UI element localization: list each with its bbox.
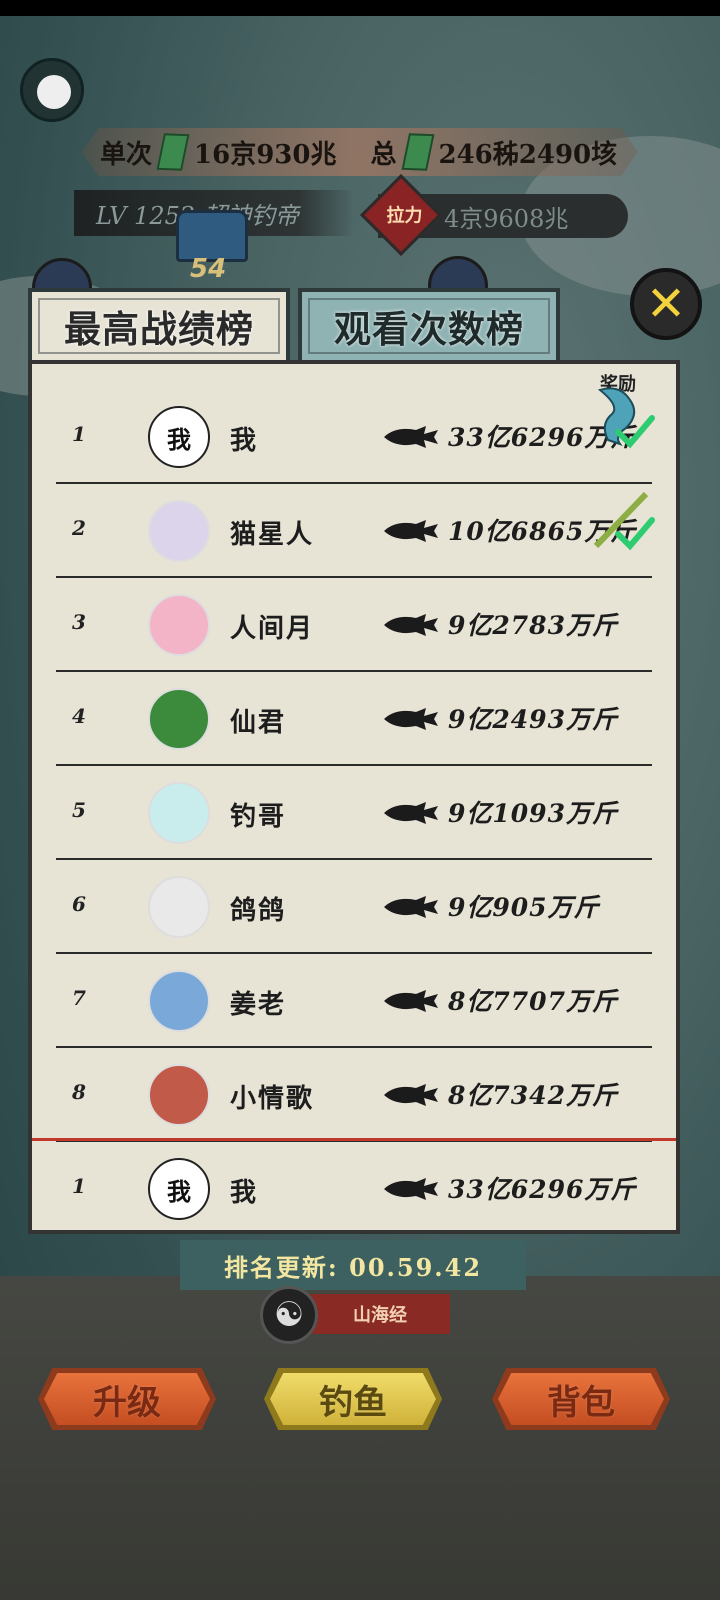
fish-icon: [384, 520, 438, 542]
button-label: 钓鱼: [319, 1382, 387, 1423]
pause-button[interactable]: [20, 58, 84, 122]
catch-weight: 33亿6296万斤: [448, 1175, 637, 1204]
single-catch-label: 单次: [100, 139, 153, 170]
leaderboard-row[interactable]: 1 我我 33亿6296万斤: [56, 387, 655, 484]
fish-icon: [384, 990, 438, 1012]
fish-icon: [384, 708, 438, 730]
avatar[interactable]: 我: [148, 1158, 210, 1220]
self-rank-row[interactable]: 1 我 我 33亿6296万斤: [56, 1144, 652, 1234]
catch-weight: 9亿905万斤: [448, 893, 600, 922]
player-name: 人间月: [230, 614, 315, 644]
pause-icon: [37, 75, 71, 109]
rank-number: 4: [72, 704, 86, 728]
rank-number: 8: [72, 1080, 86, 1104]
leaderboard-panel: 奖励 1 我我 33亿6296万斤 2 猫星人 10亿6865万斤 3 人间月 9亿2783万斤…: [28, 360, 680, 1234]
pull-value: 4京9608兆: [444, 204, 569, 233]
avatar-text: 我: [167, 424, 191, 454]
self-divider: [32, 1138, 676, 1141]
player-name: 我: [230, 1178, 259, 1208]
leaderboard-row[interactable]: 8 小情歌 8亿7342万斤: [56, 1048, 652, 1142]
leaderboard-row[interactable]: 3 人间月 9亿2783万斤: [56, 578, 652, 672]
rank-number: 5: [72, 798, 86, 822]
fish-icon: [384, 1178, 438, 1200]
catch-weight: 8亿7707万斤: [448, 987, 618, 1016]
rank-number: 2: [72, 516, 86, 540]
fish-icon: [384, 802, 438, 824]
tab-label: 最高战绩榜: [64, 307, 254, 351]
rank-update-timer: 排名更新: 00.59.42: [180, 1240, 526, 1290]
player-name: 小情歌: [230, 1084, 315, 1114]
leaderboard-row[interactable]: 2 猫星人 10亿6865万斤: [56, 484, 655, 578]
catch-weight: 9亿2783万斤: [448, 611, 618, 640]
fish-icon: [384, 896, 438, 918]
avatar[interactable]: [148, 594, 210, 656]
player-name: 鸽鸽: [230, 896, 287, 926]
timer-text: 排名更新: 00.59.42: [223, 1252, 483, 1282]
rank-number: 1: [72, 422, 86, 446]
dragon-reward-icon[interactable]: [590, 384, 656, 454]
leaderboard-row[interactable]: 4 仙君 9亿2493万斤: [56, 672, 652, 766]
avatar[interactable]: [148, 688, 210, 750]
upgrade-button[interactable]: 升级: [38, 1368, 216, 1430]
avatar[interactable]: [148, 782, 210, 844]
catch-weight: 9亿1093万斤: [448, 799, 618, 828]
button-label: 背包: [547, 1382, 615, 1423]
money-icon: [401, 133, 434, 171]
fish-icon: [384, 426, 438, 448]
tab-best-record[interactable]: 最高战绩榜: [28, 288, 290, 364]
shanhaijing-button[interactable]: 山海经 ☯: [260, 1286, 450, 1344]
player-name: 姜老: [230, 990, 287, 1020]
close-button[interactable]: ✕: [630, 268, 702, 340]
rank-number: 1: [72, 1174, 86, 1198]
fish-icon: [384, 614, 438, 636]
fish-button[interactable]: 钓鱼: [264, 1368, 442, 1430]
button-label: 升级: [93, 1382, 161, 1423]
rank-number: 7: [72, 986, 86, 1010]
close-icon: ✕: [645, 276, 687, 332]
avatar[interactable]: [148, 1064, 210, 1126]
bamboo-rod-reward-icon[interactable]: [590, 486, 656, 556]
avatar[interactable]: [148, 500, 210, 562]
pull-badge-label: 拉力: [386, 205, 423, 227]
player-name: 我: [230, 426, 259, 456]
leaderboard-row[interactable]: 5 钓哥 9亿1093万斤: [56, 766, 652, 860]
yin-yang-icon: ☯: [260, 1286, 318, 1344]
money-icon: [156, 133, 190, 171]
check-icon: [615, 517, 655, 551]
fish-icon: [384, 1084, 438, 1106]
avatar[interactable]: 我: [148, 406, 210, 468]
leaderboard-row[interactable]: 6 鸽鸽 9亿905万斤: [56, 860, 652, 954]
avatar[interactable]: [148, 970, 210, 1032]
catch-weight: 8亿7342万斤: [448, 1081, 618, 1110]
player-name: 猫星人: [230, 520, 315, 550]
rank-number: 3: [72, 610, 86, 634]
chest-count: 54: [190, 254, 227, 284]
single-catch-value: 16京930兆: [194, 139, 337, 170]
catch-weight: 9亿2493万斤: [448, 705, 618, 734]
rank-number: 6: [72, 892, 86, 916]
bag-button[interactable]: 背包: [492, 1368, 670, 1430]
tab-label: 观看次数榜: [334, 307, 524, 351]
score-bar: 单次 16京930兆 总 246秭2490垓: [82, 128, 638, 176]
total-value: 246秭2490垓: [438, 139, 618, 170]
avatar-text: 我: [167, 1176, 191, 1206]
tab-view-count[interactable]: 观看次数榜: [298, 288, 560, 364]
leaderboard-row[interactable]: 7 姜老 8亿7707万斤: [56, 954, 652, 1048]
player-name: 钓哥: [230, 802, 287, 832]
avatar[interactable]: [148, 876, 210, 938]
shanhaijing-label: 山海经: [310, 1294, 450, 1334]
total-label: 总: [370, 139, 397, 170]
player-name: 仙君: [230, 708, 287, 738]
